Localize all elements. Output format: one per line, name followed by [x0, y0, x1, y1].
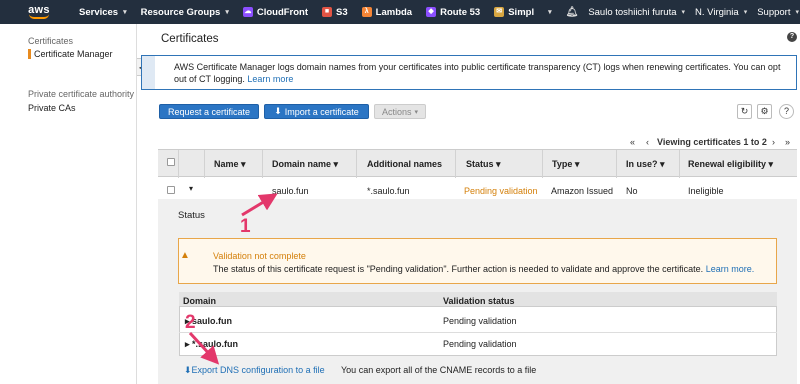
column-domain: Domain [183, 296, 217, 306]
warning-text: The status of this certificate request i… [213, 264, 704, 274]
sidebar-section-private-ca: Private certificate authority [28, 89, 135, 99]
column-status[interactable]: Status ▾ [466, 159, 501, 170]
validation-warning-box [178, 238, 777, 284]
route53-icon: ◆ [426, 7, 437, 17]
refresh-button[interactable]: ↻ [737, 104, 752, 119]
refresh-icon: ↻ [740, 106, 749, 116]
next-page-button[interactable]: › [772, 137, 775, 147]
resource-groups-menu[interactable]: Resource Groups ▾ [141, 0, 229, 24]
chevron-down-icon: ▾ [414, 108, 419, 116]
cell-additional-names: *.saulo.fun [367, 186, 410, 196]
ses-shortcut[interactable]: ✉ Simpl [494, 0, 534, 24]
more-shortcuts[interactable]: ▾ [548, 0, 552, 24]
lambda-icon: λ [361, 7, 372, 17]
import-icon: ⬇︎ [274, 106, 282, 116]
help-icon: ? [783, 106, 789, 116]
table-help-button[interactable]: ? [779, 104, 794, 119]
column-type[interactable]: Type ▾ [552, 159, 579, 170]
sort-icon: ▾ [241, 159, 246, 169]
column-renewal-eligibility[interactable]: Renewal eligibility ▾ [688, 159, 773, 170]
column-validation-status: Validation status [443, 296, 515, 306]
import-certificate-button[interactable]: ⬇︎ Import a certificate [264, 104, 369, 119]
select-all-checkbox[interactable] [167, 158, 175, 166]
top-navigation-bar: aws Services ▾ Resource Groups ▾ ☁ CloudFro… [0, 0, 800, 24]
pager-text: Viewing certificates 1 to 2 [657, 137, 767, 147]
ses-icon: ✉ [494, 7, 505, 17]
page-title: Certificates [161, 33, 219, 45]
cloudfront-shortcut[interactable]: ☁ CloudFront [242, 0, 308, 24]
row-checkbox[interactable] [167, 186, 175, 194]
domain-name: saulo.fun [192, 316, 232, 326]
sidebar-item-certificate-manager[interactable]: Certificate Manager [28, 49, 113, 59]
support-menu[interactable]: Support ▾ [757, 0, 799, 24]
chevron-down-icon: ▾ [548, 9, 552, 16]
row-expand-toggle[interactable]: ▾ [189, 184, 193, 193]
sidebar-section-certificates[interactable]: Certificates [28, 36, 73, 46]
chevron-down-icon: ▾ [225, 9, 229, 16]
s3-shortcut[interactable]: ■ S3 [322, 0, 348, 24]
column-domain-name[interactable]: Domain name ▾ [272, 159, 338, 170]
chevron-down-icon: ▾ [681, 9, 686, 16]
actions-button[interactable]: Actions ▾ [374, 104, 426, 119]
chevron-down-icon: ▾ [743, 9, 748, 16]
warning-title: Validation not complete [213, 251, 306, 261]
column-additional-names[interactable]: Additional names [367, 159, 442, 169]
sort-icon: ▾ [768, 159, 774, 169]
column-name[interactable]: Name ▾ [214, 159, 246, 170]
s3-icon: ■ [322, 7, 333, 17]
account-menu[interactable]: Saulo toshiichi furuta ▾ [588, 0, 685, 24]
domain-name: *.saulo.fun [192, 339, 239, 349]
annotation-number-1: 1 [240, 216, 251, 237]
notifications-button[interactable]: 🔔︎ [566, 0, 579, 24]
sidebar [0, 24, 137, 384]
request-certificate-button[interactable]: Request a certificate [159, 104, 259, 119]
cloudfront-icon: ☁ [242, 7, 253, 17]
route53-shortcut[interactable]: ◆ Route 53 [426, 0, 480, 24]
column-in-use[interactable]: In use? ▾ [626, 159, 665, 170]
export-note: You can export all of the CNAME records … [341, 365, 537, 375]
caret-down-icon: ▾ [189, 184, 194, 193]
services-menu[interactable]: Services ▾ [79, 0, 127, 24]
warning-icon: ▲ [180, 250, 190, 261]
caret-right-icon: ▸ [185, 339, 190, 349]
help-icon[interactable]: ? [787, 32, 797, 42]
domain-validation-status: Pending validation [443, 316, 517, 326]
chevron-down-icon: ▾ [123, 9, 127, 16]
aws-logo[interactable]: aws [18, 0, 60, 24]
bell-icon: 🔔︎ [565, 6, 579, 18]
cell-in-use: No [626, 186, 638, 196]
info-banner-bar [142, 56, 155, 89]
ct-logging-info-banner: AWS Certificate Manager logs domain name… [141, 55, 797, 90]
sort-icon: ▾ [496, 159, 501, 169]
download-icon: ⬇︎ [184, 365, 192, 375]
annotation-number-2: 2 [185, 312, 196, 333]
region-menu[interactable]: N. Virginia ▾ [695, 0, 747, 24]
sort-icon: ▾ [660, 159, 665, 169]
lambda-shortcut[interactable]: λ Lambda [361, 0, 412, 24]
cell-domain: saulo.fun [272, 186, 309, 196]
prev-page-button[interactable]: ‹ [646, 137, 649, 147]
warning-learn-more-link[interactable]: Learn more. [706, 264, 755, 274]
export-dns-link[interactable]: ⬇︎Export DNS configuration to a file [184, 365, 325, 376]
settings-button[interactable]: ⚙ [757, 104, 772, 119]
first-page-button[interactable]: « [630, 137, 635, 147]
domain-row-expand[interactable]: ▸ [185, 339, 190, 350]
cell-renewal: Ineligible [688, 186, 724, 196]
domain-validation-status: Pending validation [443, 339, 517, 349]
sidebar-item-private-cas[interactable]: Private CAs [28, 103, 76, 113]
aws-smile-icon [29, 14, 49, 19]
info-learn-more-link[interactable]: Learn more [247, 74, 293, 84]
gear-icon: ⚙ [760, 106, 769, 116]
chevron-down-icon: ▾ [795, 9, 799, 16]
cell-status: Pending validation [464, 186, 538, 196]
cell-type: Amazon Issued [551, 186, 614, 196]
detail-status-heading: Status [178, 210, 205, 221]
sort-icon: ▾ [574, 159, 580, 169]
last-page-button[interactable]: » [785, 137, 790, 147]
sort-icon: ▾ [333, 159, 339, 169]
